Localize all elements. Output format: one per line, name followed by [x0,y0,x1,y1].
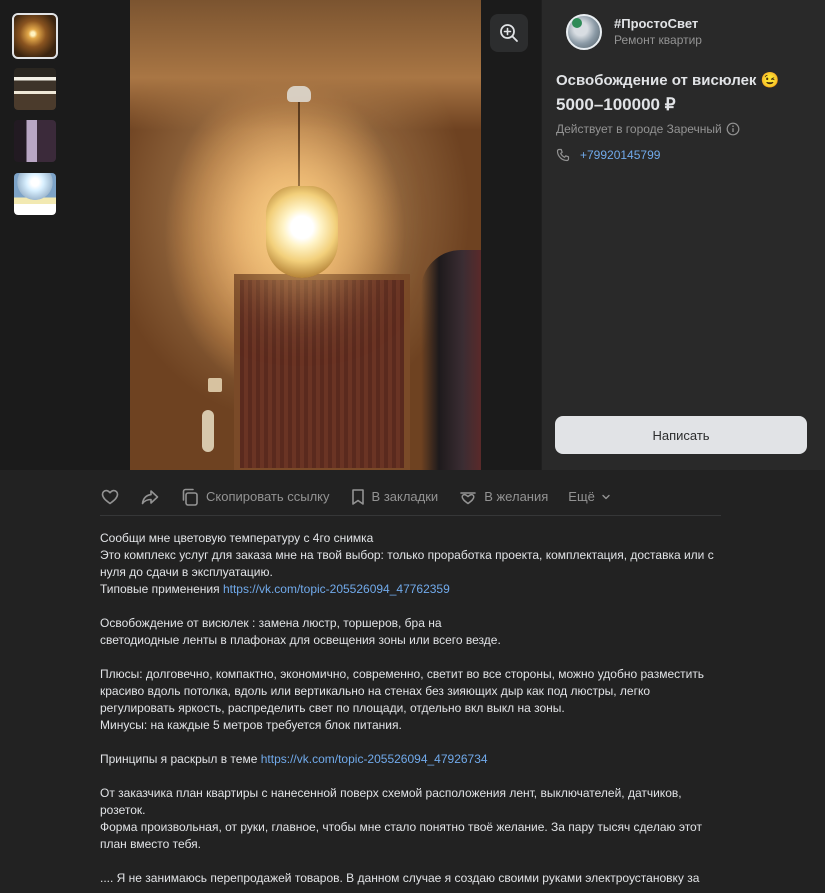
thumbnail-3[interactable] [14,120,56,162]
door-in-photo [234,274,410,470]
thumbnail-1[interactable] [12,13,58,59]
zoom-button[interactable] [490,14,528,52]
bookmark-button[interactable]: В закладки [350,488,439,506]
thumbnail-4[interactable] [14,173,56,215]
bookmark-label: В закладки [371,489,439,504]
description-paragraph-4: Принципы я раскрыл в теме https://vk.com… [100,752,488,766]
product-title: Освобождение от висюлек 😉 [556,72,780,89]
description-paragraph-2: Освобождение от висюлек : замена люстр, … [100,616,501,647]
phone-row[interactable]: +79920145799 [556,148,660,162]
topic-link-principles[interactable]: https://vk.com/topic-205526094_47926734 [261,752,488,766]
heart-icon [101,489,119,504]
product-price: 5000–100000 ₽ [556,95,676,114]
seller-subtitle: Ремонт квартир [614,33,702,47]
write-button[interactable]: Написать [555,416,807,454]
wishlist-label: В желания [484,489,549,504]
gift-heart-icon [460,491,477,504]
description-paragraph-5: От заказчика план квартиры с нанесенной … [100,786,702,851]
product-description: Сообщи мне цветовую температуру с 4го сн… [100,530,721,893]
share-button[interactable] [140,487,160,507]
market-item-page: #ПростоСвет Ремонт квартир Освобождение … [0,0,825,893]
bookmark-icon [351,488,364,505]
more-label: Ещё [568,489,595,504]
product-photo[interactable] [130,0,481,470]
description-paragraph-6: .... Я не занимаюсь перепродажей товаров… [100,871,700,885]
info-icon[interactable] [726,122,740,136]
like-button[interactable] [100,487,120,507]
photo-viewer [70,0,541,470]
thumbnail-strip [0,0,70,470]
wishlist-button[interactable]: В желания [458,487,548,507]
copy-link-button[interactable]: Скопировать ссылку [180,487,330,507]
lamp-in-photo [266,186,338,278]
seller-avatar[interactable] [566,14,602,50]
copy-link-label: Скопировать ссылку [206,489,330,504]
thumbnail-2[interactable] [14,68,56,110]
product-sidebar: #ПростоСвет Ремонт квартир Освобождение … [541,0,825,470]
chevron-down-icon [602,494,610,499]
seller-row[interactable]: #ПростоСвет Ремонт квартир [566,14,702,50]
seller-name[interactable]: #ПростоСвет [614,16,702,32]
copy-icon [182,488,198,506]
share-icon [141,489,159,504]
more-button[interactable]: Ещё [568,489,611,504]
action-bar: Скопировать ссылку В закладки В желания … [100,478,721,516]
description-paragraph-3: Плюсы: долговечно, компактно, экономично… [100,667,705,732]
zoom-in-icon [500,24,518,42]
topic-link-applications[interactable]: https://vk.com/topic-205526094_47762359 [223,582,450,596]
phone-number[interactable]: +79920145799 [580,148,660,162]
description-paragraph-1: Сообщи мне цветовую температуру с 4го сн… [100,531,714,596]
product-city-row: Действует в городе Заречный [556,121,740,137]
phone-icon [556,148,570,162]
product-city: Действует в городе Заречный [556,122,722,136]
